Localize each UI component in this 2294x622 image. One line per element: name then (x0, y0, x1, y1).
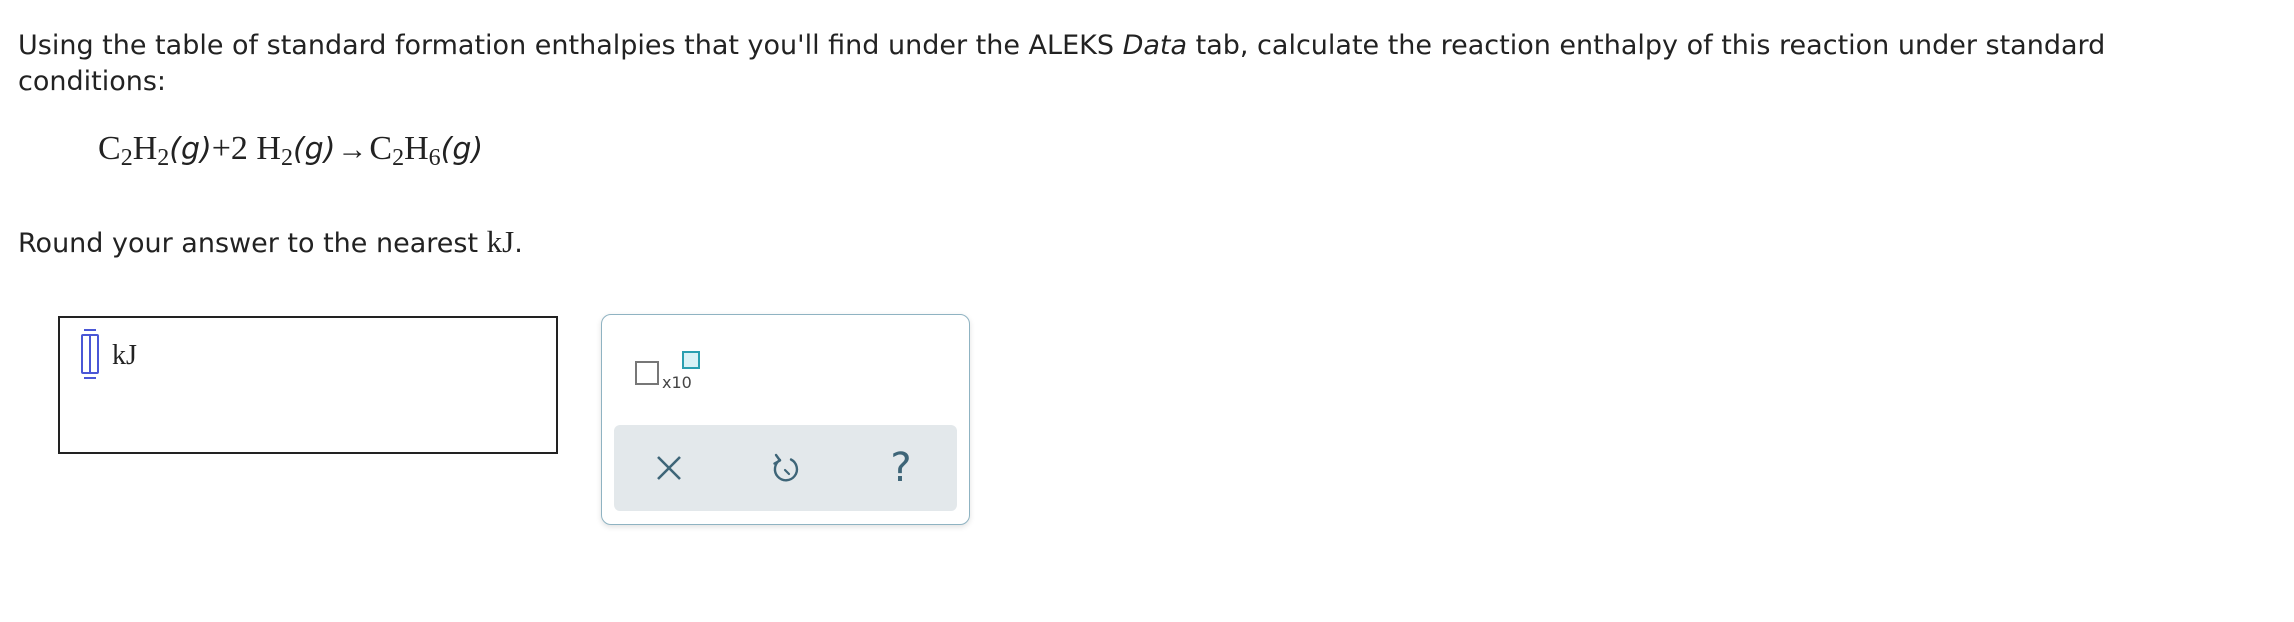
close-icon (657, 456, 681, 480)
subscript: 2 (392, 145, 405, 171)
element-symbol: H (132, 130, 158, 167)
question-mark-icon: ? (890, 445, 912, 491)
element-symbol: C (98, 130, 121, 167)
reaction-arrow: → (337, 133, 368, 166)
state-label: (g) (169, 132, 212, 167)
instruction-period: . (514, 228, 523, 259)
exponent-box-icon (682, 351, 700, 369)
instruction-text: Round your answer to the nearest (18, 228, 487, 259)
reaction-equation: C2H2(g)+2 H2(g)→C2H6(g) (98, 130, 484, 170)
undo-button[interactable] (730, 425, 840, 511)
subscript: 2 (280, 145, 293, 171)
scientific-notation-button[interactable]: x10 (632, 351, 702, 401)
reactant-1: C2H2(g) (98, 130, 212, 170)
element-symbol: H (256, 130, 281, 167)
subscript: 6 (428, 145, 441, 171)
reactant-2: 2 H2(g) (230, 130, 336, 170)
answer-input-box[interactable]: kJ (58, 316, 558, 454)
coefficient: 2 (230, 130, 248, 167)
product: C2H6(g) (369, 130, 484, 170)
plus-sign: + (211, 130, 231, 167)
slot-top-tick (84, 329, 96, 331)
element-symbol: C (369, 130, 393, 167)
action-bar: ? (614, 425, 957, 511)
rounding-instruction: Round your answer to the nearest kJ. (18, 224, 523, 260)
instruction-unit: kJ (486, 224, 515, 259)
clear-button[interactable] (614, 425, 724, 511)
answer-unit-label: kJ (112, 340, 137, 371)
prompt-text-start: Using the table of standard formation en… (18, 30, 1123, 61)
subscript: 2 (157, 145, 170, 171)
element-symbol: H (404, 130, 429, 167)
help-button[interactable]: ? (846, 425, 956, 511)
undo-icon (773, 453, 799, 482)
slot-bottom-tick (84, 377, 96, 379)
base-box-icon (635, 361, 659, 385)
times-ten-label: x10 (662, 373, 692, 392)
question-prompt: Using the table of standard formation en… (18, 28, 2258, 100)
subscript: 2 (120, 145, 133, 171)
state-label: (g) (292, 132, 336, 167)
data-tab-reference: Data (1122, 30, 1188, 61)
state-label: (g) (440, 132, 484, 167)
math-tool-palette: x10 ? (601, 314, 970, 525)
answer-input-slot[interactable] (81, 329, 99, 379)
